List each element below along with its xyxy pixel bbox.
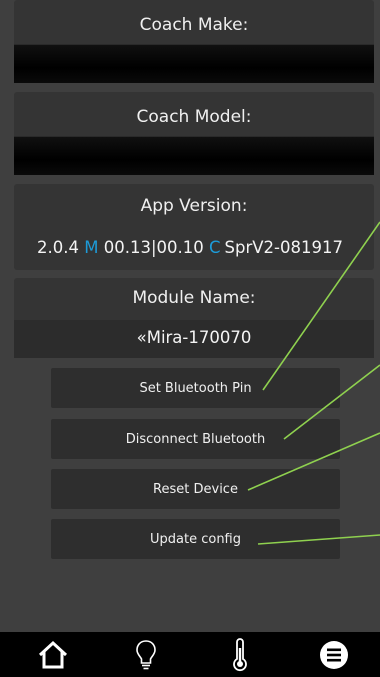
set-bluetooth-pin-button[interactable]: Set Bluetooth Pin [51, 368, 340, 408]
app-version-m-tag: M [84, 238, 99, 257]
coach-model-label: Coach Model: [136, 107, 252, 127]
app-version-label: App Version: [140, 196, 248, 216]
menu-icon[interactable] [304, 632, 364, 677]
module-name-field: «Mira-170070 [14, 320, 374, 358]
disconnect-bluetooth-button[interactable]: Disconnect Bluetooth [51, 419, 340, 459]
coach-make-label: Coach Make: [139, 15, 249, 35]
app-version-c-tag: C [209, 238, 221, 257]
bottom-nav-bar [0, 632, 380, 677]
coach-model-field [14, 136, 374, 175]
app-version-number: 2.0.4 [36, 238, 79, 257]
module-name-section: Module Name: «Mira-170070 [14, 278, 374, 358]
thermometer-icon[interactable] [210, 632, 270, 677]
app-version-value: 2.0.4 M 00.13|00.10 C SprV2-081917 [6, 238, 374, 257]
home-icon[interactable] [23, 632, 83, 677]
coach-make-field [14, 44, 374, 83]
coach-make-section: Coach Make: [14, 0, 374, 83]
app-version-m-value: 00.13|00.10 [103, 238, 204, 257]
update-config-button[interactable]: Update config [51, 519, 340, 559]
app-version-c-value: SprV2-081917 [224, 238, 343, 257]
app-version-section: App Version: 2.0.4 M 00.13|00.10 C SprV2-… [14, 184, 374, 270]
coach-model-section: Coach Model: [14, 92, 374, 175]
module-name-label: Module Name: [132, 288, 256, 308]
reset-device-button[interactable]: Reset Device [51, 469, 340, 509]
lightbulb-icon[interactable] [116, 632, 176, 677]
module-name-value: «Mira-170070 [136, 328, 252, 347]
